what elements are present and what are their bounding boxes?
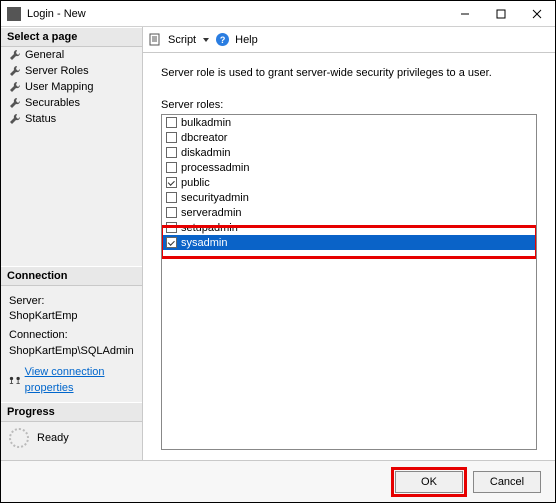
connection-label: Connection:: [9, 328, 134, 343]
progress-panel: Ready: [1, 422, 142, 460]
role-label: processadmin: [181, 162, 249, 174]
description-text: Server role is used to grant server-wide…: [161, 67, 537, 79]
role-checkbox-securityadmin[interactable]: [166, 192, 177, 203]
connection-value: ShopKartEmp\SQLAdmin: [9, 344, 134, 359]
wrench-icon: [9, 49, 21, 61]
progress-header: Progress: [1, 402, 142, 422]
close-button[interactable]: [519, 3, 555, 25]
role-checkbox-serveradmin[interactable]: [166, 207, 177, 218]
page-list: General Server Roles User Mapping Securable…: [1, 47, 142, 127]
progress-spinner-icon: [9, 428, 29, 448]
role-checkbox-processadmin[interactable]: [166, 162, 177, 173]
role-checkbox-bulkadmin[interactable]: [166, 117, 177, 128]
dialog-footer: OK Cancel: [1, 460, 555, 502]
maximize-button[interactable]: [483, 3, 519, 25]
window-title: Login - New: [27, 8, 86, 20]
server-label: Server:: [9, 294, 134, 309]
role-row-processadmin[interactable]: processadmin: [162, 160, 536, 175]
role-row-setupadmin[interactable]: setupadmin: [162, 220, 536, 235]
page-item-label: General: [25, 49, 64, 61]
script-button[interactable]: Script: [168, 34, 196, 46]
view-connection-properties-link[interactable]: View connection properties: [25, 365, 134, 396]
main-panel: Script ? Help Server role is used to gra…: [143, 27, 555, 460]
script-icon: [149, 33, 162, 46]
sidebar: Select a page General Server Roles User Ma…: [1, 27, 143, 460]
role-label: sysadmin: [181, 237, 227, 249]
connection-header: Connection: [1, 266, 142, 286]
server-roles-label: Server roles:: [161, 99, 537, 111]
page-item-label: Securables: [25, 97, 80, 109]
role-checkbox-setupadmin[interactable]: [166, 222, 177, 233]
app-icon: [7, 7, 21, 21]
ok-button[interactable]: OK: [395, 471, 463, 493]
page-item-label: User Mapping: [25, 81, 93, 93]
login-new-window: Login - New Select a page General Server …: [0, 0, 556, 503]
help-icon: ?: [216, 33, 229, 46]
wrench-icon: [9, 113, 21, 125]
wrench-icon: [9, 65, 21, 77]
role-label: dbcreator: [181, 132, 227, 144]
page-item-status[interactable]: Status: [1, 111, 142, 127]
role-label: diskadmin: [181, 147, 231, 159]
server-value: ShopKartEmp: [9, 309, 134, 324]
help-button[interactable]: Help: [235, 34, 258, 46]
role-row-bulkadmin[interactable]: bulkadmin: [162, 115, 536, 130]
role-label: bulkadmin: [181, 117, 231, 129]
role-checkbox-sysadmin[interactable]: [166, 237, 177, 248]
role-row-diskadmin[interactable]: diskadmin: [162, 145, 536, 160]
progress-status: Ready: [37, 432, 69, 444]
role-checkbox-public[interactable]: [166, 177, 177, 188]
page-item-label: Server Roles: [25, 65, 89, 77]
role-checkbox-dbcreator[interactable]: [166, 132, 177, 143]
role-label: securityadmin: [181, 192, 249, 204]
role-label: public: [181, 177, 210, 189]
page-item-securables[interactable]: Securables: [1, 95, 142, 111]
role-row-public[interactable]: public: [162, 175, 536, 190]
titlebar: Login - New: [1, 1, 555, 27]
page-item-label: Status: [25, 113, 56, 125]
server-roles-listbox[interactable]: bulkadmin dbcreator diskadmin processadmin p…: [161, 114, 537, 450]
role-row-dbcreator[interactable]: dbcreator: [162, 130, 536, 145]
role-label: setupadmin: [181, 222, 238, 234]
page-item-server-roles[interactable]: Server Roles: [1, 63, 142, 79]
role-label: serveradmin: [181, 207, 242, 219]
role-row-serveradmin[interactable]: serveradmin: [162, 205, 536, 220]
role-checkbox-diskadmin[interactable]: [166, 147, 177, 158]
role-row-sysadmin[interactable]: sysadmin: [162, 235, 536, 250]
connection-properties-icon: [9, 375, 21, 387]
select-page-header: Select a page: [1, 27, 142, 47]
wrench-icon: [9, 81, 21, 93]
role-row-securityadmin[interactable]: securityadmin: [162, 190, 536, 205]
script-dropdown-icon[interactable]: [202, 36, 210, 44]
connection-panel: Server: ShopKartEmp Connection: ShopKart…: [1, 286, 142, 402]
page-item-user-mapping[interactable]: User Mapping: [1, 79, 142, 95]
toolbar: Script ? Help: [143, 27, 555, 53]
minimize-button[interactable]: [447, 3, 483, 25]
content-area: Server role is used to grant server-wide…: [143, 53, 555, 460]
page-item-general[interactable]: General: [1, 47, 142, 63]
cancel-button[interactable]: Cancel: [473, 471, 541, 493]
wrench-icon: [9, 97, 21, 109]
